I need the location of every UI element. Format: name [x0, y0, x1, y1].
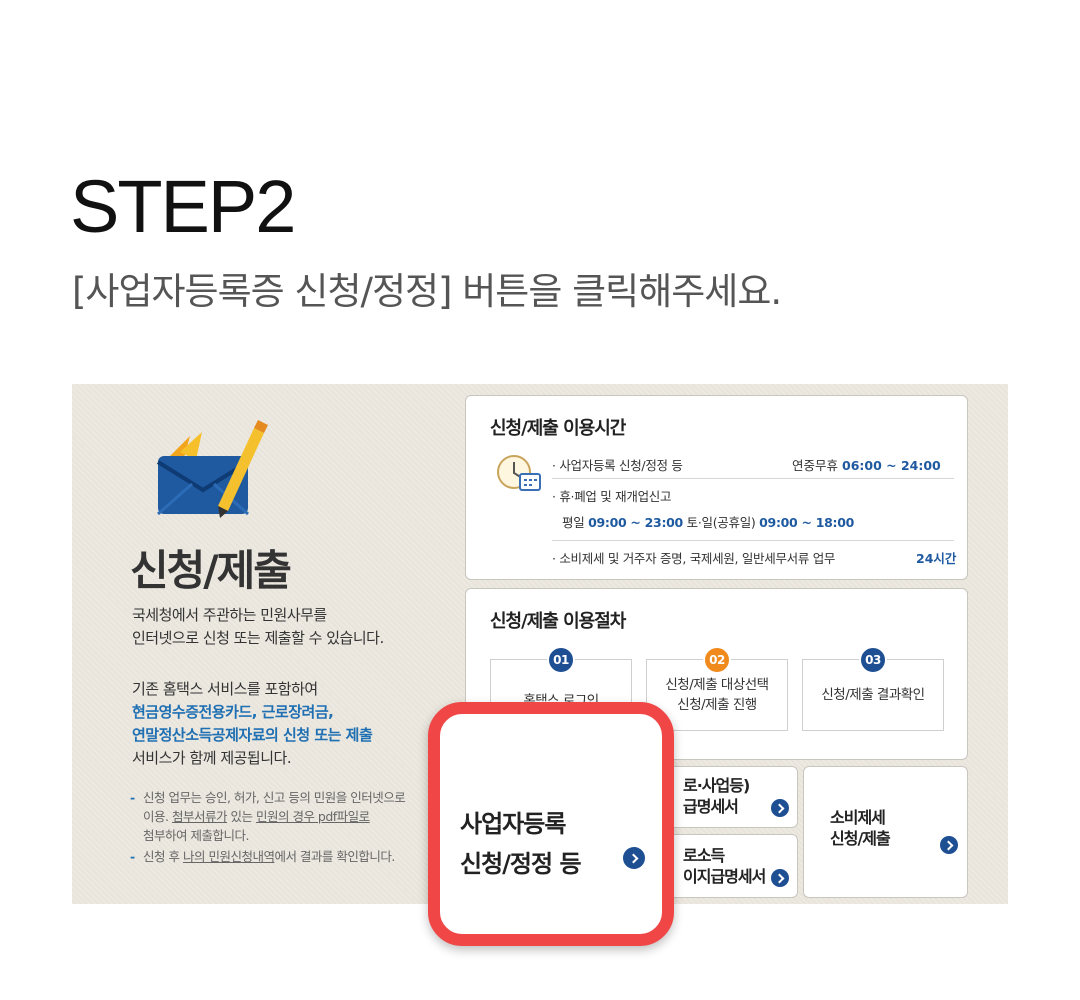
hours-row1-time: 연중무휴 06:00 ~ 24:00 [792, 458, 941, 473]
consumption-tax-tile[interactable]: 소비제세 신청/제출 [803, 766, 968, 898]
hours-row-consumption-tax: · 소비제세 및 거주자 증명, 국제세원, 일반세무서류 업무 [552, 551, 836, 566]
my-requests-link[interactable]: 나의 민원신청내역 [183, 849, 275, 864]
note-item: - 신청 업무는 승인, 허가, 신고 등의 민원을 인터넷으로 이용. 첨부서… [130, 790, 406, 843]
business-registration-button[interactable]: 사업자등록 신청/정정 등 [428, 702, 674, 946]
step-number-badge: 01 [547, 646, 575, 674]
arrow-right-icon[interactable] [623, 847, 645, 869]
notes-list: - 신청 업무는 승인, 허가, 신고 등의 민원을 인터넷으로 이용. 첨부서… [130, 788, 430, 868]
panel-title: 신청/제출 [130, 546, 292, 595]
hours-title: 신청/제출 이용시간 [490, 418, 626, 439]
envelope-pencil-icon [156, 420, 268, 518]
procedure-title: 신청/제출 이용절차 [490, 611, 626, 632]
step-number-badge: 03 [859, 646, 887, 674]
step-number-badge: 02 [703, 646, 731, 674]
hours-box: 신청/제출 이용시간 · 사업자등록 신청/정정 등 연중무휴 06:00 ~ … [465, 395, 968, 580]
arrow-right-icon[interactable] [940, 836, 958, 854]
step-title: STEP2 [70, 165, 296, 248]
step-subtitle: [사업자등록증 신청/정정] 버튼을 클릭해주세요. [72, 270, 782, 313]
intro-text: 국세청에서 주관하는 민원사무를 인터넷으로 신청 또는 제출할 수 있습니다. [132, 606, 384, 647]
arrow-right-icon[interactable] [771, 869, 789, 887]
note-item: - 신청 후 나의 민원신청내역에서 결과를 확인합니다. [130, 849, 395, 864]
arrow-right-icon[interactable] [771, 799, 789, 817]
service-text: 기존 홈택스 서비스를 포함하여 현금영수증전용카드, 근로장려금, 연말정산소… [132, 680, 373, 767]
hours-row-closure-times: 평일 09:00 ~ 23:00 토·일(공휴일) 09:00 ~ 18:00 [562, 515, 855, 530]
hours-row4-time: 24시간 [916, 551, 957, 566]
procedure-step-result: 03 신청/제출 결과확인 [802, 646, 944, 731]
hours-row-closure: · 휴·폐업 및 재개업신고 [552, 489, 672, 504]
hours-row-business-registration: · 사업자등록 신청/정정 등 [552, 458, 683, 473]
clock-calendar-icon [497, 455, 541, 491]
